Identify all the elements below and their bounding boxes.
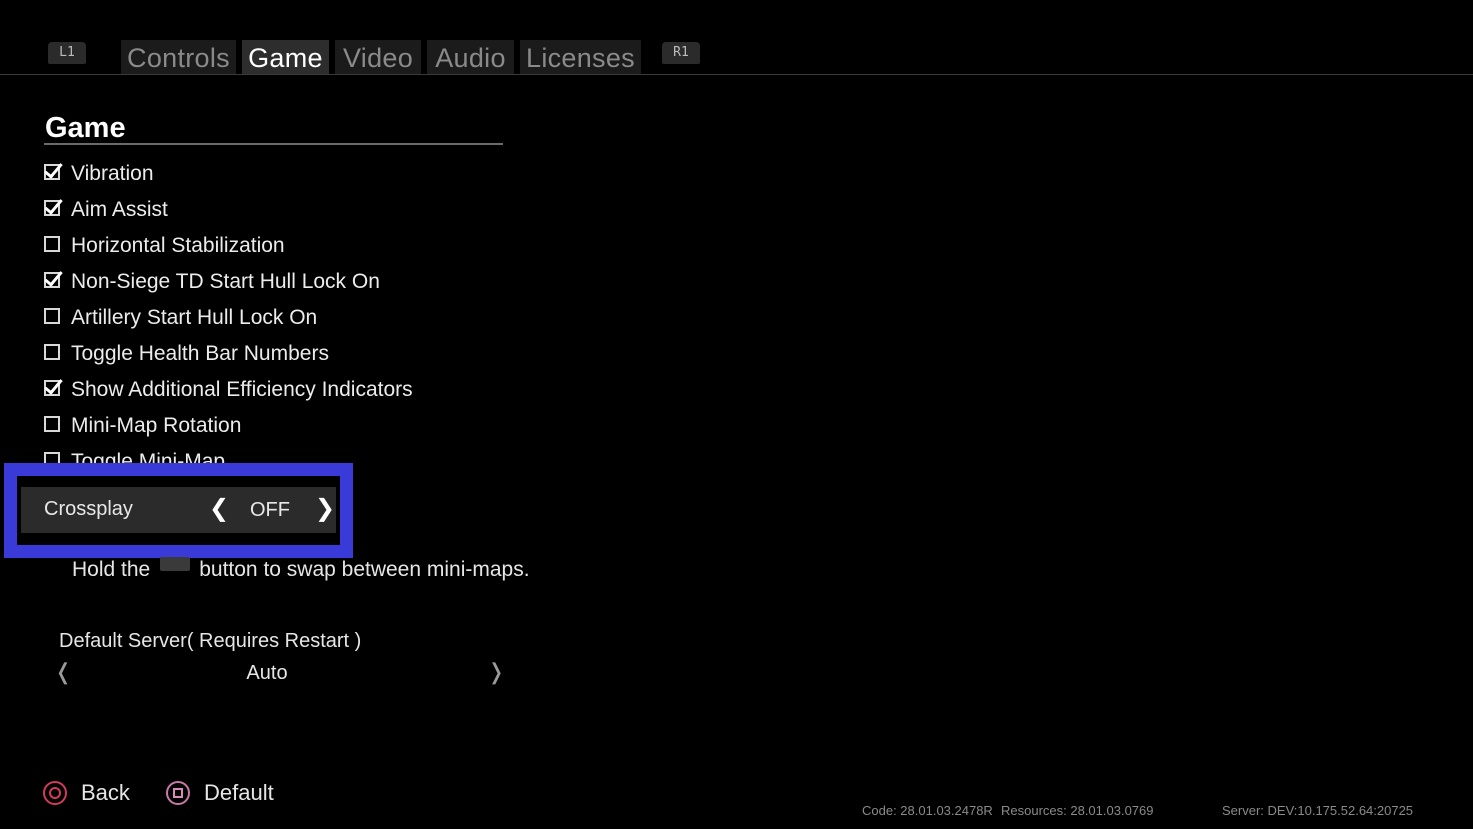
section-divider (44, 143, 503, 145)
crossplay-selector[interactable]: Crossplay ❮ OFF ❯ (21, 487, 336, 533)
game-options-list[interactable]: Vibration Aim Assist Horizontal Stabiliz… (44, 156, 504, 465)
option-artillery-hull-lock[interactable]: Artillery Start Hull Lock On (44, 300, 504, 336)
checkbox-icon[interactable] (44, 272, 60, 288)
option-label: Mini-Map Rotation (71, 414, 242, 437)
option-label: Artillery Start Hull Lock On (71, 306, 318, 329)
chevron-left-icon[interactable]: ❮ (209, 496, 229, 520)
version-server: Server: DEV:10.175.52.64:20725 (1222, 803, 1414, 818)
tab-bar: L1 Controls Game Video Audio Licenses R1 (0, 0, 1473, 75)
crossplay-value: OFF (250, 499, 290, 521)
checkbox-icon[interactable] (44, 380, 60, 396)
option-health-bar-numbers[interactable]: Toggle Health Bar Numbers (44, 336, 504, 372)
chevron-right-icon[interactable]: ❭ (487, 660, 505, 685)
l1-bumper-icon[interactable]: L1 (48, 42, 86, 64)
chevron-left-icon[interactable]: ❬ (54, 660, 72, 685)
default-label: Default (204, 780, 274, 805)
option-label: Aim Assist (71, 198, 168, 221)
touchpad-button-icon (160, 557, 191, 571)
square-button-icon (166, 781, 190, 805)
option-aim-assist[interactable]: Aim Assist (44, 192, 504, 228)
checkbox-icon[interactable] (44, 236, 60, 252)
hint-text-before: Hold the (72, 558, 151, 581)
option-non-siege-td-hull-lock[interactable]: Non-Siege TD Start Hull Lock On (44, 264, 504, 300)
back-label: Back (81, 780, 130, 805)
option-label: Toggle Health Bar Numbers (71, 342, 329, 365)
option-vibration[interactable]: Vibration (44, 156, 504, 192)
version-resources: Resources: 28.01.03.0769 (1001, 803, 1154, 818)
default-button[interactable]: Default (166, 780, 274, 806)
checkbox-icon[interactable] (44, 416, 60, 432)
option-minimap-rotation[interactable]: Mini-Map Rotation (44, 408, 504, 444)
checkbox-icon[interactable] (44, 164, 60, 180)
tab-controls[interactable]: Controls (121, 40, 236, 74)
option-label: Non-Siege TD Start Hull Lock On (71, 270, 380, 293)
chevron-right-icon[interactable]: ❯ (315, 496, 335, 520)
section-title: Game (45, 112, 126, 144)
r1-bumper-icon[interactable]: R1 (662, 42, 700, 64)
tab-licenses[interactable]: Licenses (520, 40, 641, 74)
tab-game[interactable]: Game (242, 40, 329, 74)
back-button[interactable]: Back (43, 780, 130, 806)
option-label: Horizontal Stabilization (71, 234, 285, 257)
tab-video[interactable]: Video (335, 40, 421, 74)
option-label: Show Additional Efficiency Indicators (71, 378, 413, 401)
option-toggle-minimap[interactable]: Toggle Mini-Map (44, 444, 504, 465)
option-label: Vibration (71, 162, 154, 185)
option-efficiency-indicators[interactable]: Show Additional Efficiency Indicators (44, 372, 504, 408)
tab-audio[interactable]: Audio (427, 40, 514, 74)
checkbox-icon[interactable] (44, 200, 60, 216)
checkbox-icon[interactable] (44, 308, 60, 324)
crossplay-label: Crossplay (44, 498, 133, 520)
version-code: Code: 28.01.03.2478R (862, 803, 993, 818)
minimap-hint: Hold the button to swap between mini-map… (72, 557, 530, 582)
default-server-label: Default Server( Requires Restart ) (59, 630, 362, 652)
option-horizontal-stabilization[interactable]: Horizontal Stabilization (44, 228, 504, 264)
circle-button-icon (43, 781, 67, 805)
checkbox-icon[interactable] (44, 344, 60, 360)
default-server-value[interactable]: Auto (200, 662, 334, 685)
hint-text-after: button to swap between mini-maps. (199, 558, 530, 581)
